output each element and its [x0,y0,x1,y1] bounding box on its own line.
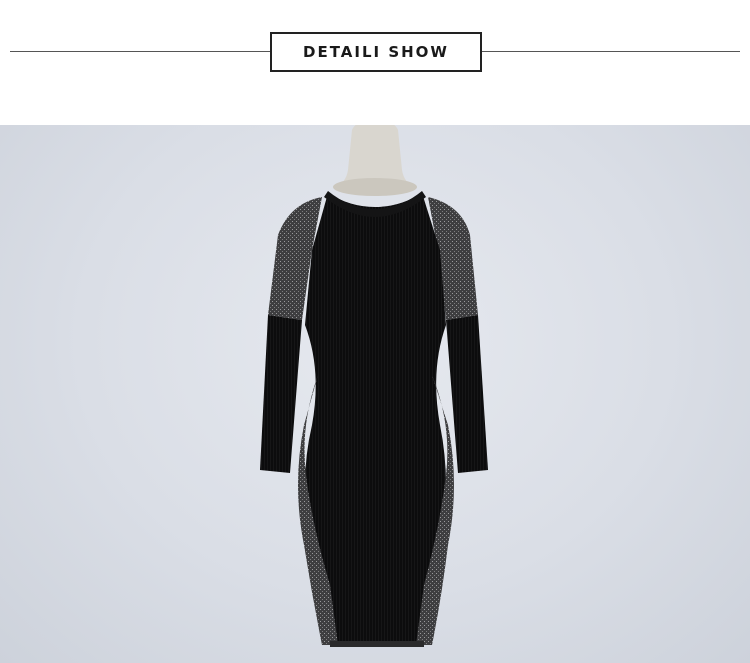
right-sleeve-lower [446,315,488,473]
section-header: DETAILI SHOW [0,0,750,125]
section-title: DETAILI SHOW [303,43,449,61]
header-divider-right [482,51,740,52]
dress-illustration [260,125,488,647]
left-sleeve-lower [260,315,302,473]
dress-hem [330,641,424,647]
mannequin-neckline [333,178,417,196]
product-photo [0,125,750,663]
mannequin-neck [335,125,415,187]
section-title-box: DETAILI SHOW [270,32,482,72]
header-divider-left [10,51,270,52]
